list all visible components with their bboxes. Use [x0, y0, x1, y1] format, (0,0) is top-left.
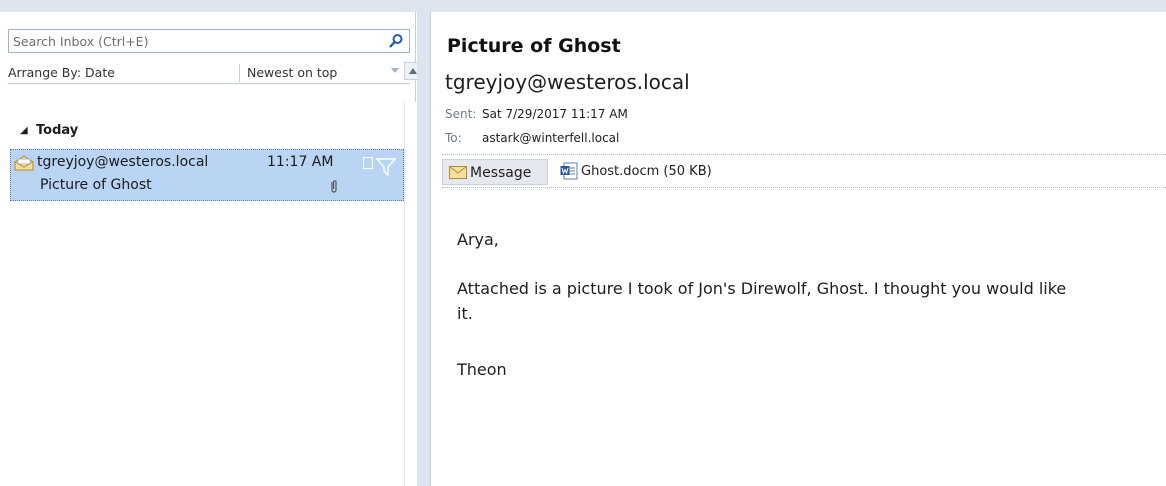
- arrange-bar: Arrange By: Date Newest on top: [8, 62, 420, 84]
- to-label: To:: [445, 131, 462, 145]
- window-top-strip: [0, 0, 1166, 12]
- flag-icon[interactable]: [375, 157, 397, 177]
- search-input[interactable]: Search Inbox (Ctrl+E): [8, 29, 410, 53]
- sent-label: Sent:: [445, 107, 477, 121]
- mail-item-sender: tgreyjoy@westeros.local: [37, 154, 209, 170]
- pane-divider[interactable]: [417, 12, 431, 486]
- message-tab[interactable]: Message: [442, 159, 548, 185]
- mail-item-time: 11:17 AM: [267, 154, 334, 170]
- search-icon[interactable]: [388, 33, 404, 49]
- category-icon[interactable]: [363, 157, 373, 169]
- arrange-by-button[interactable]: Arrange By: Date: [8, 65, 115, 80]
- word-document-icon: [560, 162, 578, 180]
- mail-item-subject: Picture of Ghost: [40, 177, 152, 193]
- attachment-bar: Message Ghost.docm (50 KB): [442, 154, 1166, 188]
- message-tab-label: Message: [470, 165, 532, 181]
- reading-pane: Picture of Ghost tgreyjoy@westeros.local…: [432, 12, 1166, 486]
- paperclip-icon: [331, 180, 337, 193]
- attachment-name: Ghost.docm (50 KB): [581, 164, 712, 179]
- body-line: Theon: [457, 360, 507, 379]
- envelope-icon: [449, 166, 467, 179]
- list-item[interactable]: tgreyjoy@westeros.local 11:17 AM Picture…: [10, 149, 404, 201]
- sent-row: Sent: Sat 7/29/2017 11:17 AM: [445, 107, 628, 121]
- chevron-down-icon[interactable]: [388, 64, 402, 78]
- to-recipient[interactable]: astark@winterfell.local: [482, 131, 619, 145]
- mail-list-scrollbar[interactable]: [404, 102, 416, 486]
- mail-list-pane: Search Inbox (Ctrl+E) Arrange By: Date N…: [0, 12, 420, 486]
- sent-value: Sat 7/29/2017 11:17 AM: [482, 107, 628, 121]
- search-placeholder: Search Inbox (Ctrl+E): [13, 34, 149, 49]
- body-line: Arya,: [457, 230, 499, 249]
- message-sender[interactable]: tgreyjoy@westeros.local: [445, 70, 690, 94]
- to-row: To: astark@winterfell.local: [445, 131, 619, 145]
- sort-order-button[interactable]: Newest on top: [247, 65, 337, 80]
- message-subject: Picture of Ghost: [447, 35, 621, 57]
- body-line: it.: [457, 304, 473, 323]
- collapse-triangle-icon[interactable]: ◢: [20, 125, 28, 136]
- group-label: Today: [36, 123, 79, 138]
- arrange-separator: [239, 64, 240, 82]
- body-line: Attached is a picture I took of Jon's Di…: [457, 279, 1067, 298]
- envelope-open-icon: [14, 155, 34, 171]
